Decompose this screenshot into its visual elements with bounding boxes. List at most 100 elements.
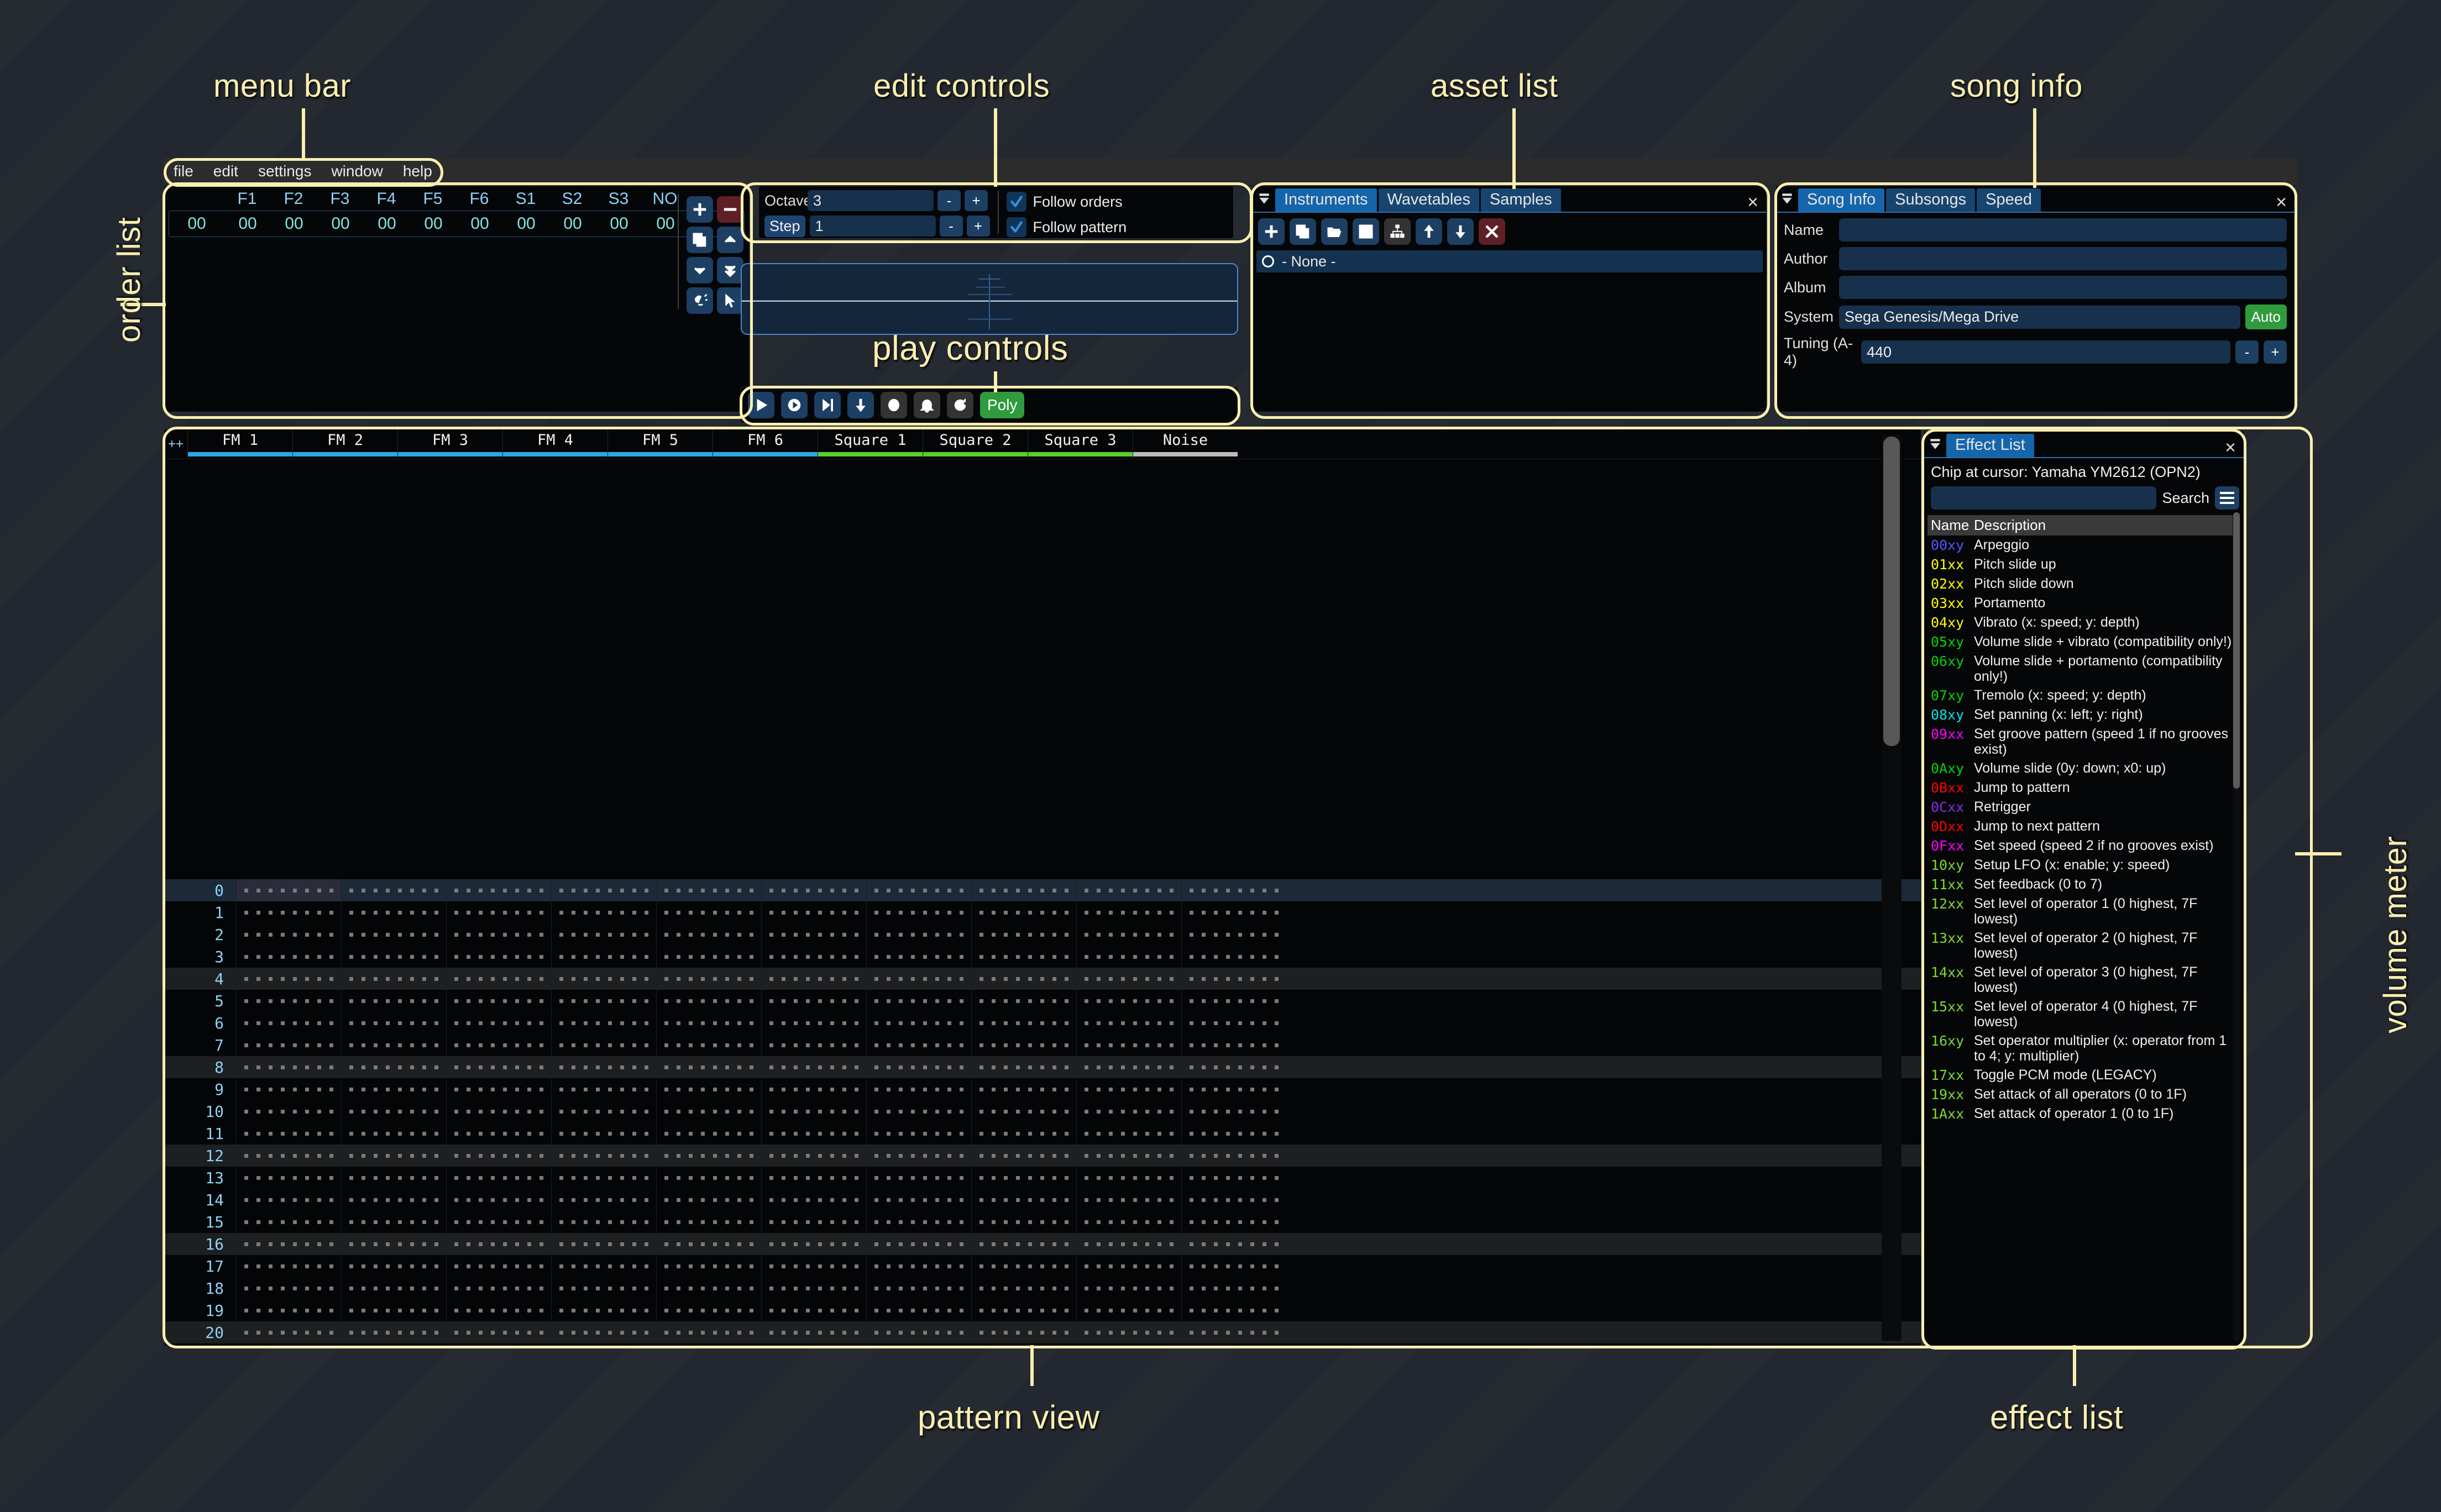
pattern-cell[interactable] — [1181, 1122, 1286, 1144]
order-list-panel[interactable]: F1 F2 F3 F4 F5 F6 S1 S2 S3 NO 00 00 00 0… — [164, 186, 750, 412]
pattern-cell[interactable] — [656, 1144, 761, 1167]
pattern-row[interactable]: 19 — [164, 1299, 1921, 1321]
pattern-cell[interactable] — [866, 968, 971, 990]
close-icon[interactable]: × — [2225, 438, 2236, 457]
pattern-channel-headers[interactable]: ++ FM 1FM 2FM 3FM 4FM 5FM 6Square 1Squar… — [164, 429, 1921, 459]
pattern-cell[interactable] — [341, 968, 446, 990]
pattern-cell[interactable] — [341, 879, 446, 901]
effect-row[interactable]: 10xySetup LFO (x: enable; y: speed) — [1927, 855, 2240, 875]
pattern-cell[interactable] — [1181, 1321, 1286, 1343]
pattern-cell[interactable] — [1181, 1299, 1286, 1321]
pattern-cell[interactable] — [656, 879, 761, 901]
pattern-cell[interactable] — [1076, 1233, 1181, 1255]
pattern-cell[interactable] — [971, 1255, 1076, 1277]
pattern-row[interactable]: 4 — [164, 968, 1921, 990]
pattern-cell[interactable] — [1076, 1299, 1181, 1321]
effect-row[interactable]: 07xyTremolo (x: speed; y: depth) — [1927, 686, 2240, 705]
pattern-cell[interactable] — [1076, 1167, 1181, 1189]
pattern-cell[interactable] — [551, 1012, 656, 1034]
pattern-cell[interactable] — [1076, 1056, 1181, 1078]
pattern-cell[interactable] — [971, 1056, 1076, 1078]
pattern-cell[interactable] — [446, 990, 551, 1012]
pattern-cell[interactable] — [551, 879, 656, 901]
pattern-cell[interactable] — [866, 1100, 971, 1122]
instrument-tree-button[interactable] — [1384, 218, 1411, 245]
pattern-cell[interactable] — [656, 968, 761, 990]
pattern-row[interactable]: 9 — [164, 1078, 1921, 1100]
pattern-cell[interactable] — [656, 1122, 761, 1144]
pattern-cell[interactable] — [1181, 1189, 1286, 1211]
move-order-up-button[interactable] — [717, 227, 743, 253]
pattern-cell[interactable] — [551, 968, 656, 990]
pattern-cell[interactable] — [341, 1255, 446, 1277]
pattern-cell[interactable] — [236, 1255, 341, 1277]
pattern-cell[interactable] — [971, 1321, 1076, 1343]
pattern-cell[interactable] — [656, 1299, 761, 1321]
pattern-cell[interactable] — [656, 946, 761, 968]
duplicate-order-button[interactable] — [687, 227, 713, 253]
effect-row[interactable]: 0FxxSet speed (speed 2 if no grooves exi… — [1927, 836, 2240, 855]
pattern-channel-header[interactable]: Square 3 — [1028, 429, 1133, 459]
pattern-row[interactable]: 8 — [164, 1056, 1921, 1078]
list-item[interactable]: - None - — [1256, 250, 1763, 272]
order-cell-s3[interactable]: 00 — [596, 214, 642, 233]
pattern-cell[interactable] — [1181, 1100, 1286, 1122]
pattern-cell[interactable] — [866, 990, 971, 1012]
step-down-button[interactable] — [847, 392, 874, 418]
select-order-button[interactable] — [717, 287, 743, 314]
pattern-cell[interactable] — [551, 1255, 656, 1277]
pattern-cell[interactable] — [866, 1211, 971, 1233]
pattern-cell[interactable] — [551, 946, 656, 968]
order-cell-s1[interactable]: 00 — [503, 214, 549, 233]
pattern-cell[interactable] — [866, 1299, 971, 1321]
effect-row[interactable]: 0BxxJump to pattern — [1927, 778, 2240, 797]
pattern-cell[interactable] — [236, 990, 341, 1012]
pattern-cell[interactable] — [761, 1255, 866, 1277]
pattern-row[interactable]: 12 — [164, 1144, 1921, 1167]
pattern-cell[interactable] — [866, 1189, 971, 1211]
step-input[interactable]: 1 — [810, 216, 936, 237]
pattern-cell[interactable] — [236, 1144, 341, 1167]
pattern-cell[interactable] — [446, 1321, 551, 1343]
pattern-cell[interactable] — [446, 923, 551, 946]
step-plus-button[interactable]: + — [967, 216, 990, 237]
pattern-row[interactable]: 15 — [164, 1211, 1921, 1233]
menu-item-window[interactable]: window — [321, 161, 392, 181]
pattern-cell[interactable] — [341, 1321, 446, 1343]
pattern-cell[interactable] — [656, 901, 761, 923]
pattern-cell[interactable] — [761, 1167, 866, 1189]
pattern-cell[interactable] — [656, 1100, 761, 1122]
asset-tabbar[interactable]: Instruments Wavetables Samples × — [1253, 186, 1766, 212]
step-minus-button[interactable]: - — [940, 216, 963, 237]
pattern-cell[interactable] — [341, 1167, 446, 1189]
pattern-cell[interactable] — [866, 1321, 971, 1343]
pattern-row[interactable]: 6 — [164, 1012, 1921, 1034]
effect-row[interactable]: 03xxPortamento — [1927, 594, 2240, 613]
order-cell-s2[interactable]: 00 — [549, 214, 596, 233]
pattern-cell[interactable] — [761, 1189, 866, 1211]
pattern-cell[interactable] — [866, 879, 971, 901]
tab-speed[interactable]: Speed — [1977, 188, 2041, 212]
song-info-tabbar[interactable]: Song Info Subsongs Speed × — [1776, 186, 2295, 212]
pattern-channel-header[interactable]: FM 1 — [187, 429, 292, 459]
effect-row[interactable]: 0CxxRetrigger — [1927, 797, 2240, 817]
pattern-cell[interactable] — [341, 1189, 446, 1211]
tab-subsongs[interactable]: Subsongs — [1886, 188, 1975, 212]
pattern-cell[interactable] — [1076, 1034, 1181, 1056]
pattern-cell[interactable] — [1076, 1012, 1181, 1034]
pattern-cell[interactable] — [656, 1321, 761, 1343]
pattern-cell[interactable] — [236, 901, 341, 923]
pattern-cell[interactable] — [236, 968, 341, 990]
pattern-cell[interactable] — [236, 1321, 341, 1343]
pattern-cell[interactable] — [1181, 1056, 1286, 1078]
move-order-bottom-button[interactable] — [717, 257, 743, 284]
pattern-channel-header[interactable]: FM 5 — [607, 429, 713, 459]
add-instrument-button[interactable] — [1258, 218, 1285, 245]
pattern-cell[interactable] — [971, 1299, 1076, 1321]
duplicate-instrument-button[interactable] — [1290, 218, 1316, 245]
tab-instruments[interactable]: Instruments — [1275, 188, 1377, 212]
pattern-cell[interactable] — [971, 879, 1076, 901]
pattern-channel-header[interactable]: Square 1 — [818, 429, 923, 459]
pattern-cell[interactable] — [551, 1100, 656, 1122]
pattern-cell[interactable] — [446, 1255, 551, 1277]
